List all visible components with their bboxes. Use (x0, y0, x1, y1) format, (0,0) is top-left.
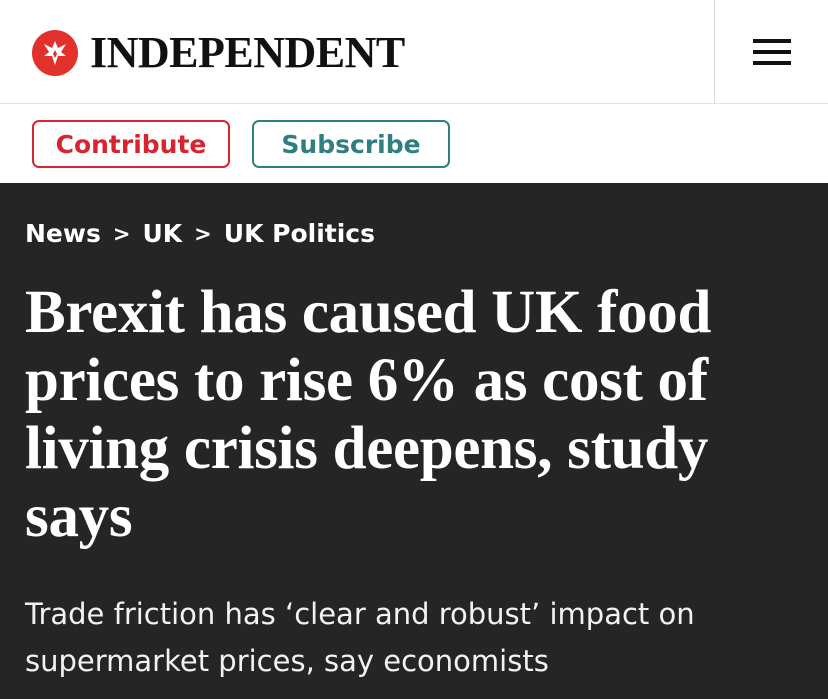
article-standfirst: Trade friction has ‘clear and robust’ im… (25, 597, 695, 678)
breadcrumb-item-uk[interactable]: UK (142, 219, 182, 248)
brand-logo-link[interactable]: INDEPENDENT (32, 28, 405, 78)
contribute-button[interactable]: Contribute (32, 120, 230, 168)
breadcrumb-item-uk-politics[interactable]: UK Politics (224, 219, 375, 248)
breadcrumb: News > UK > UK Politics (25, 219, 375, 248)
subscribe-button[interactable]: Subscribe (252, 120, 450, 168)
breadcrumb-separator: > (194, 221, 212, 246)
breadcrumb-item-news[interactable]: News (25, 219, 101, 248)
menu-button[interactable] (715, 0, 828, 104)
article-header: News > UK > UK Politics Brexit has cause… (0, 183, 828, 699)
hamburger-menu-icon (752, 39, 791, 65)
eagle-icon (32, 30, 78, 76)
actions-bar: Contribute Subscribe (0, 105, 828, 183)
article-headline: Brexit has caused UK food prices to rise… (25, 279, 712, 550)
breadcrumb-separator: > (112, 221, 131, 246)
masthead: INDEPENDENT (0, 0, 828, 104)
brand-name: INDEPENDENT (90, 28, 405, 77)
